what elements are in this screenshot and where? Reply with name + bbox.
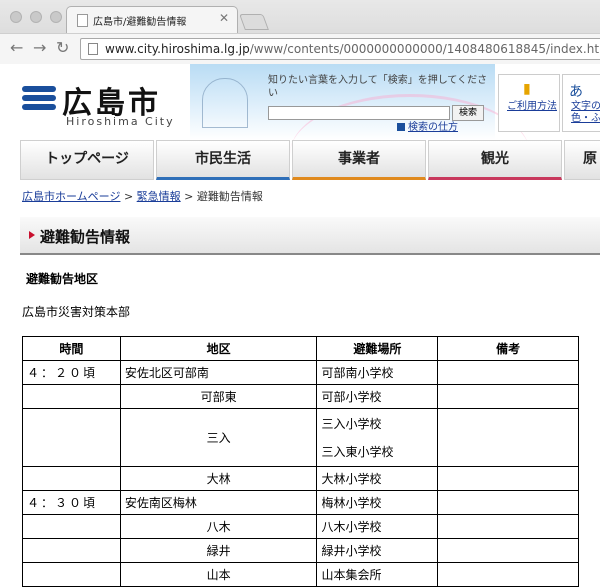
global-nav: トップページ 市民生活 事業者 観光 原 <box>20 140 600 180</box>
page-title-bar: 避難勧告情報 <box>20 217 600 255</box>
table-row: 山本 山本集会所 <box>22 562 579 587</box>
department-name: 広島市災害対策本部 <box>22 305 131 319</box>
note-cell <box>437 360 579 385</box>
area-cell: 安佐南区梅林 <box>119 490 318 515</box>
text-size-color-link[interactable]: あ 文字の拡色・ふり <box>562 74 600 132</box>
reload-icon[interactable]: ↻ <box>56 38 69 57</box>
area-cell: 三入 <box>119 408 318 467</box>
time-cell: ４：３０頃 <box>22 490 121 515</box>
site-header: 広島市 Hiroshima City 知りたい言葉を入力して「検索」を押してくだ… <box>0 64 600 140</box>
column-header-time: 時間 <box>22 336 121 361</box>
note-cell <box>437 384 579 409</box>
table-row: 緑井 緑井小学校 <box>22 538 579 563</box>
nav-item-citizen-life[interactable]: 市民生活 <box>156 140 290 180</box>
search-howto-link[interactable]: 検索の仕方 <box>397 118 458 133</box>
table-row: 可部東 可部小学校 <box>22 384 579 409</box>
time-cell <box>22 538 121 563</box>
section-heading: 避難勧告地区 <box>26 272 99 286</box>
shelter-cell: 可部南小学校 <box>316 360 439 385</box>
note-cell <box>437 408 579 467</box>
nav-item-tourism[interactable]: 観光 <box>428 140 562 180</box>
new-tab-button[interactable] <box>239 14 269 30</box>
shelter-cell: 緑井小学校 <box>316 538 439 563</box>
page-icon <box>77 14 88 27</box>
time-cell <box>22 408 121 467</box>
atomic-dome-graphic <box>202 78 248 128</box>
note-cell <box>437 490 579 515</box>
note-cell <box>437 562 579 587</box>
time-cell: ４：２０頃 <box>22 360 121 385</box>
breadcrumb-emergency-link[interactable]: 緊急情報 <box>137 190 181 203</box>
note-cell <box>437 538 579 563</box>
nav-item-top[interactable]: トップページ <box>20 140 154 180</box>
area-cell: 山本 <box>119 562 318 587</box>
zoom-window-button[interactable] <box>50 11 62 23</box>
usage-guide-link[interactable]: ▮ ご利用方法 <box>498 74 560 132</box>
shelter-cell: 山本集会所 <box>316 562 439 587</box>
forward-arrow-icon[interactable]: → <box>33 38 46 57</box>
shelter-cell: 大林小学校 <box>316 466 439 491</box>
address-url: www.city.hiroshima.lg.jp/www/contents/00… <box>105 42 600 56</box>
minimize-window-button[interactable] <box>30 11 42 23</box>
time-cell <box>22 466 121 491</box>
table-row: 八木 八木小学校 <box>22 514 579 539</box>
shelter-cell: 八木小学校 <box>316 514 439 539</box>
arrow-right-icon <box>397 123 405 131</box>
nav-item-more[interactable]: 原 <box>564 140 600 180</box>
tab-title: 広島市/避難勧告情報 <box>93 17 187 28</box>
text-settings-icon: あ <box>569 84 583 100</box>
shelter-cell: 可部小学校 <box>316 384 439 409</box>
column-header-area: 地区 <box>119 336 318 361</box>
note-cell <box>437 466 579 491</box>
area-cell: 緑井 <box>119 538 318 563</box>
browser-toolbar: ← → ↻ www.city.hiroshima.lg.jp/www/conte… <box>0 33 600 64</box>
shelter-cell: 梅林小学校 <box>316 490 439 515</box>
area-cell: 八木 <box>119 514 318 539</box>
breadcrumb-home-link[interactable]: 広島市ホームページ <box>22 190 120 203</box>
page-title: 避難勧告情報 <box>40 228 131 246</box>
search-hint: 知りたい言葉を入力して「検索」を押してください <box>268 75 488 99</box>
back-arrow-icon[interactable]: ← <box>10 38 23 57</box>
area-cell: 安佐北区可部南 <box>119 360 318 385</box>
book-icon: ▮ <box>523 81 531 97</box>
column-header-shelter: 避難場所 <box>316 336 439 361</box>
column-header-note: 備考 <box>437 336 579 361</box>
note-cell <box>437 514 579 539</box>
close-icon[interactable]: ✕ <box>219 11 229 25</box>
address-bar[interactable]: www.city.hiroshima.lg.jp/www/contents/00… <box>80 38 600 60</box>
breadcrumb: 広島市ホームページ > 緊急情報 > 避難勧告情報 <box>22 190 263 203</box>
browser-tab[interactable]: 広島市/避難勧告情報 ✕ <box>66 6 238 33</box>
table-header-row: 時間 地区 避難場所 備考 <box>22 336 579 361</box>
area-cell: 可部東 <box>119 384 318 409</box>
time-cell <box>22 514 121 539</box>
nav-item-business[interactable]: 事業者 <box>292 140 426 180</box>
city-logo-icon[interactable] <box>22 86 56 118</box>
shelter-cell: 三入小学校 三入東小学校 <box>316 408 439 467</box>
table-row: 三入 三入小学校 三入東小学校 <box>22 408 579 467</box>
table-row: ４：３０頃 安佐南区梅林 梅林小学校 <box>22 490 579 515</box>
browser-chrome: 広島市/避難勧告情報 ✕ ← → ↻ www.city.hiroshima.lg… <box>0 0 600 64</box>
breadcrumb-current: 避難勧告情報 <box>196 190 263 203</box>
page-icon <box>88 43 98 55</box>
time-cell <box>22 384 121 409</box>
evacuation-table: 時間 地区 避難場所 備考 ４：２０頃 安佐北区可部南 可部南小学校 可部東 可… <box>22 336 579 587</box>
city-logo-english: Hiroshima City <box>66 115 175 128</box>
close-window-button[interactable] <box>10 11 22 23</box>
table-row: 大林 大林小学校 <box>22 466 579 491</box>
area-cell: 大林 <box>119 466 318 491</box>
time-cell <box>22 562 121 587</box>
table-row: ４：２０頃 安佐北区可部南 可部南小学校 <box>22 360 579 385</box>
triangle-marker-icon <box>29 231 35 239</box>
